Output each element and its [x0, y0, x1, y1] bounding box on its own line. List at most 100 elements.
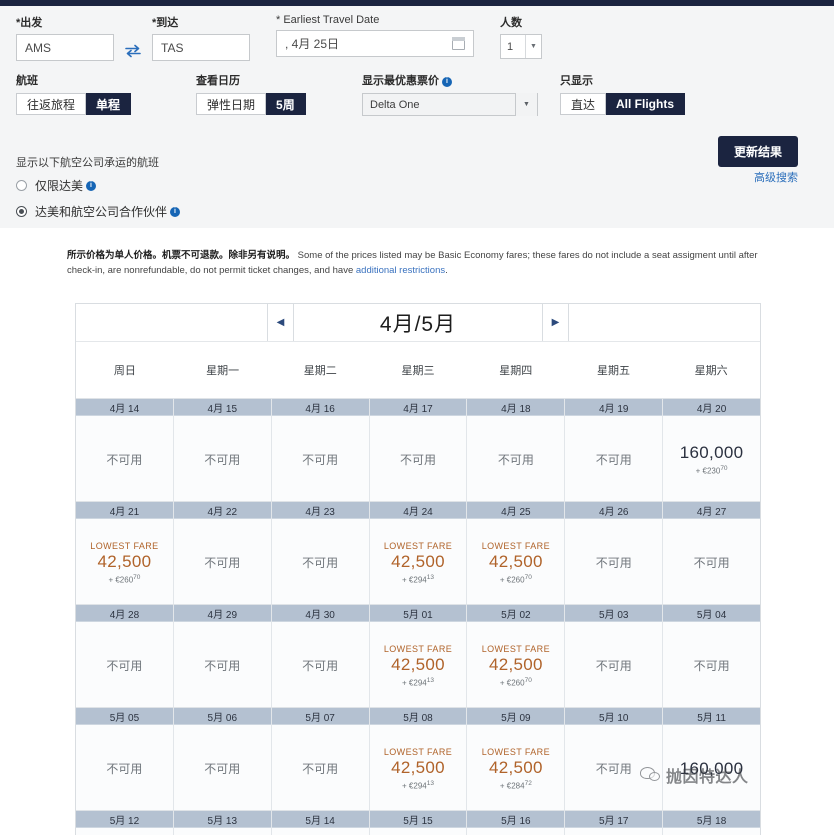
- calendar-day-cell: 4月 30 不可用: [271, 604, 370, 707]
- calendar-week-row: 5月 05 不可用 5月 06 不可用 5月 07 不可用 5月 08 LOWEST FARE…: [76, 707, 761, 810]
- radio-selected-icon[interactable]: [16, 206, 27, 217]
- show-only-label: 只显示: [560, 75, 593, 87]
- calendar-day-body: [565, 828, 663, 835]
- fare-disclaimer: 所示价格为单人价格。机票不可退款。除非另有说明。 Some of the pri…: [67, 248, 767, 278]
- calendar-day-cell[interactable]: 4月 20 160,000 + €23070: [663, 398, 761, 501]
- origin-input[interactable]: AMS: [16, 34, 114, 61]
- travel-date-value: , 4月 25日: [285, 37, 340, 51]
- lowest-fare-badge: LOWEST FARE: [383, 540, 453, 551]
- calendar-day-body: [173, 828, 271, 835]
- unavailable-label: 不可用: [204, 556, 241, 570]
- cabin-class-select[interactable]: Delta One ▼: [362, 93, 538, 116]
- origin-label: *出发: [16, 17, 43, 29]
- calendar-day-body: 不可用: [565, 622, 663, 707]
- unavailable-label: 不可用: [595, 659, 632, 673]
- calendar-day-date: 4月 27: [663, 502, 761, 519]
- calendar-day-date: 5月 18: [663, 811, 761, 828]
- flight-type-group: 航班 往返旅程 单程: [16, 72, 132, 115]
- view-calendar-option-5weeks[interactable]: 5周: [266, 93, 306, 115]
- lowest-fare-badge: LOWEST FARE: [90, 540, 159, 551]
- calendar-day-cell: 4月 23 不可用: [271, 501, 370, 604]
- day-header-wednesday: 星期三: [401, 365, 435, 377]
- calendar-day-cell[interactable]: 5月 02 LOWEST FARE 42,500 + €26070: [467, 604, 566, 707]
- calendar-day-body: [663, 828, 761, 835]
- unavailable-label: 不可用: [302, 453, 339, 467]
- lowest-fare-badge: LOWEST FARE: [481, 643, 550, 654]
- travel-date-input[interactable]: , 4月 25日: [276, 30, 474, 57]
- passengers-label: 人数: [500, 17, 522, 29]
- passenger-count-stepper[interactable]: 1 ▼: [500, 34, 542, 59]
- calendar-day-cell: 5月 18: [663, 810, 761, 835]
- calendar-day-body: 不可用: [271, 622, 369, 707]
- flight-type-label: 航班: [16, 75, 38, 87]
- travel-date-field-group: * Earliest Travel Date , 4月 25日: [276, 14, 474, 57]
- fare-tax-amount: + €26070: [499, 573, 532, 585]
- calendar-day-cell[interactable]: 5月 08 LOWEST FARE 42,500 + €29413: [369, 707, 468, 810]
- additional-restrictions-link[interactable]: additional restrictions: [356, 265, 445, 276]
- destination-input[interactable]: TAS: [152, 34, 250, 61]
- unavailable-label: 不可用: [497, 453, 534, 467]
- calendar-day-cell[interactable]: 4月 25 LOWEST FARE 42,500 + €26070: [467, 501, 566, 604]
- chevron-right-icon[interactable]: ▶: [542, 304, 569, 341]
- disclaimer-end-text: .: [445, 265, 448, 276]
- flight-type-option-roundtrip[interactable]: 往返旅程: [16, 93, 87, 115]
- flight-type-option-oneway[interactable]: 单程: [86, 93, 132, 115]
- flight-type-toggle[interactable]: 往返旅程 单程: [16, 93, 132, 115]
- calendar-day-cell[interactable]: 5月 01 LOWEST FARE 42,500 + €29413: [369, 604, 468, 707]
- info-icon[interactable]: i: [86, 180, 97, 191]
- carrier-filter-group: 显示以下航空公司承运的航班 仅限达美 i 达美和航空公司合作伙伴 i: [16, 154, 181, 229]
- calendar-day-body: 不可用: [173, 519, 271, 604]
- calendar-day-body: 不可用: [271, 725, 369, 810]
- calendar-day-body: [76, 828, 173, 835]
- radio-unselected-icon[interactable]: [16, 180, 27, 191]
- calendar-day-cell: 5月 17: [565, 810, 664, 835]
- chevron-left-icon[interactable]: ◀: [267, 304, 294, 341]
- calendar-day-date: 5月 07: [271, 708, 369, 725]
- advanced-search-link[interactable]: 高级搜索: [754, 169, 798, 185]
- unavailable-label: 不可用: [595, 556, 632, 570]
- info-icon[interactable]: i: [442, 76, 452, 87]
- fare-miles-amount: 42,500: [488, 654, 543, 674]
- calendar-week-row: 5月 12 5月 13 5月 14 5月 15 5月 16 5月 17 5月 18: [76, 810, 761, 835]
- calendar-day-body: LOWEST FARE 42,500 + €28472: [467, 725, 565, 810]
- day-header-thursday: 星期四: [499, 365, 533, 377]
- search-row-primary: *出发 AMS *到达 TAS * Earliest Travel Date ,…: [0, 14, 834, 64]
- update-results-button[interactable]: 更新结果: [717, 136, 798, 167]
- cabin-class-value: Delta One: [370, 98, 420, 111]
- calendar-day-date: 4月 26: [565, 502, 663, 519]
- chevron-down-icon[interactable]: ▼: [525, 35, 541, 58]
- info-icon[interactable]: i: [170, 206, 181, 217]
- chevron-down-icon[interactable]: ▼: [515, 93, 537, 116]
- calendar-day-cell: 4月 18 不可用: [467, 398, 566, 501]
- fare-miles-amount: 42,500: [391, 654, 445, 674]
- calendar-day-body: LOWEST FARE 42,500 + €29413: [369, 725, 467, 810]
- calendar-day-date: 5月 15: [369, 811, 467, 828]
- carrier-option-delta-only[interactable]: 仅限达美 i: [16, 177, 180, 194]
- view-calendar-option-flexible[interactable]: 弹性日期: [196, 93, 267, 115]
- calendar-day-date: 5月 04: [663, 605, 761, 622]
- calendar-day-body: 不可用: [76, 416, 173, 501]
- view-calendar-toggle[interactable]: 弹性日期 5周: [196, 93, 306, 115]
- day-header-friday: 星期五: [596, 365, 630, 377]
- swap-horizontal-icon[interactable]: [124, 42, 142, 60]
- fare-miles-amount: 160,000: [679, 443, 744, 463]
- show-only-option-nonstop[interactable]: 直达: [560, 93, 607, 115]
- show-only-toggle[interactable]: 直达 All Flights: [560, 93, 686, 115]
- calendar-day-cell[interactable]: 4月 24 LOWEST FARE 42,500 + €29413: [369, 501, 468, 604]
- calendar-navigation: ◀ 4月/5月 ▶: [76, 304, 760, 342]
- calendar-day-body: 不可用: [565, 725, 663, 810]
- calendar-day-cell[interactable]: 4月 21 LOWEST FARE 42,500 + €26070: [76, 501, 174, 604]
- calendar-day-cell: 5月 04 不可用: [663, 604, 761, 707]
- calendar-day-cell: 4月 28 不可用: [76, 604, 174, 707]
- show-only-option-all-flights[interactable]: All Flights: [606, 93, 686, 115]
- calendar-day-cell[interactable]: 5月 09 LOWEST FARE 42,500 + €28472: [467, 707, 566, 810]
- carrier-option-delta-partners[interactable]: 达美和航空公司合作伙伴 i: [16, 203, 181, 220]
- calendar-icon[interactable]: [451, 36, 466, 50]
- show-only-group: 只显示 直达 All Flights: [560, 72, 686, 115]
- calendar-day-cell: 4月 22 不可用: [173, 501, 272, 604]
- calendar-day-cell: 5月 07 不可用: [271, 707, 370, 810]
- calendar-day-cell[interactable]: 5月 11 160,000: [663, 707, 761, 810]
- calendar-day-cell: 5月 10 不可用: [565, 707, 664, 810]
- calendar-day-date: 5月 06: [173, 708, 271, 725]
- calendar-day-date: 5月 13: [173, 811, 271, 828]
